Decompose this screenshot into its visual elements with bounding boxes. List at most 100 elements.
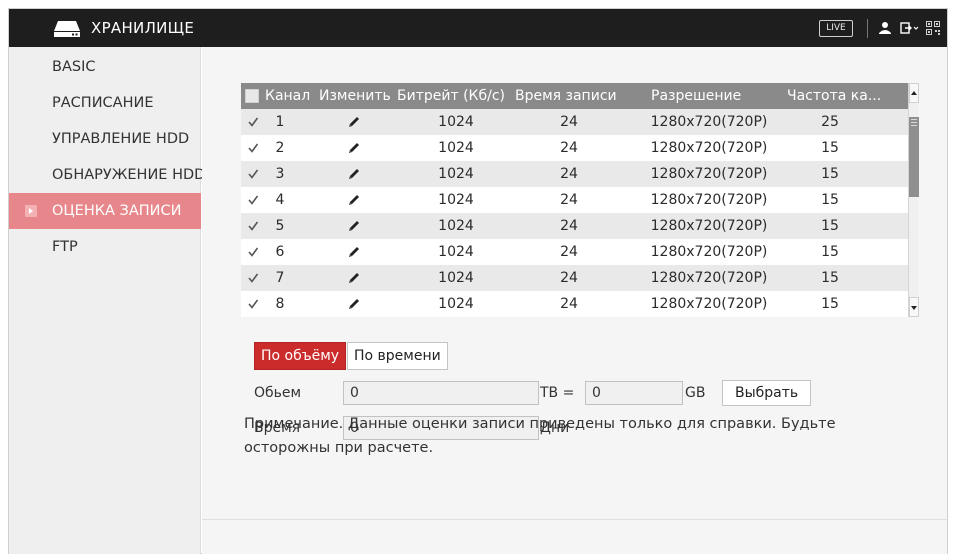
edit-pencil-icon[interactable]	[347, 245, 361, 259]
pick-button[interactable]: Выбрать	[722, 380, 812, 406]
cell-rec-time: 24	[560, 166, 578, 182]
edit-pencil-icon[interactable]	[347, 193, 361, 207]
cell-rec-time: 24	[560, 270, 578, 286]
scrollbar-thumb[interactable]	[909, 117, 919, 197]
table-row[interactable]: 3 1024 24 1280x720(720P) 15	[241, 161, 908, 187]
column-header-edit: Изменить	[319, 88, 391, 104]
column-header-resolution: Разрешение	[651, 88, 742, 104]
cell-bitrate: 1024	[438, 270, 474, 286]
column-header-fps: Частота ка...	[787, 88, 882, 104]
cell-resolution: 1280x720(720P)	[650, 140, 768, 156]
cell-bitrate: 1024	[438, 192, 474, 208]
sidebar-item-label: ОЦЕНКА ЗАПИСИ	[52, 203, 182, 219]
sidebar-item-hdd-detect[interactable]: ОБНАРУЖЕНИЕ HDD	[9, 157, 205, 193]
sidebar-item-hdd-management[interactable]: УПРАВЛЕНИЕ HDD	[9, 121, 201, 157]
table-row[interactable]: 1 1024 24 1280x720(720P) 25	[241, 109, 908, 135]
volume-field[interactable]: 0	[343, 381, 539, 405]
channel-table: Канал Изменить Битрейт (Кб/с) Время запи…	[241, 83, 919, 317]
edit-pencil-icon[interactable]	[347, 271, 361, 285]
row-checkbox[interactable]	[247, 298, 259, 310]
sidebar: BASIC РАСПИСАНИЕ УПРАВЛЕНИЕ HDD ОБНАРУЖЕ…	[9, 47, 205, 554]
cell-rec-time: 24	[560, 296, 578, 312]
chevron-right-icon	[25, 205, 37, 217]
cell-bitrate: 1024	[438, 244, 474, 260]
top-bar: ХРАНИЛИЩЕ LIVE	[9, 9, 947, 47]
cell-resolution: 1280x720(720P)	[650, 270, 768, 286]
cell-rec-time: 24	[560, 244, 578, 260]
sidebar-item-label: УПРАВЛЕНИЕ HDD	[52, 131, 190, 147]
table-row[interactable]: 4 1024 24 1280x720(720P) 15	[241, 187, 908, 213]
cell-resolution: 1280x720(720P)	[650, 218, 768, 234]
cell-resolution: 1280x720(720P)	[650, 244, 768, 260]
table-header: Канал Изменить Битрейт (Кб/с) Время запи…	[241, 83, 908, 109]
cell-fps: 15	[821, 270, 839, 286]
note-text: Примечание. Данные оценки записи приведе…	[244, 416, 836, 456]
row-checkbox[interactable]	[247, 116, 259, 128]
app-window: ХРАНИЛИЩЕ LIVE BASIC РАСПИСАНИЕ УПРАВЛЕН…	[8, 8, 948, 554]
user-icon[interactable]	[877, 20, 893, 36]
table-scrollbar[interactable]	[908, 83, 919, 317]
edit-pencil-icon[interactable]	[347, 115, 361, 129]
table-row[interactable]: 8 1024 24 1280x720(720P) 15	[241, 291, 908, 317]
select-all-checkbox[interactable]	[245, 89, 259, 103]
sidebar-item-label: FTP	[52, 239, 78, 255]
gb-label: GB	[685, 385, 706, 401]
cell-channel: 2	[275, 140, 285, 156]
row-checkbox[interactable]	[247, 246, 259, 258]
column-header-rec-time: Время записи	[515, 88, 617, 104]
row-checkbox[interactable]	[247, 168, 259, 180]
edit-pencil-icon[interactable]	[347, 167, 361, 181]
content-divider	[202, 519, 947, 520]
column-header-channel: Канал	[265, 88, 311, 104]
row-checkbox[interactable]	[247, 142, 259, 154]
cell-bitrate: 1024	[438, 296, 474, 312]
sidebar-item-label: BASIC	[52, 59, 96, 75]
edit-pencil-icon[interactable]	[347, 297, 361, 311]
cell-rec-time: 24	[560, 192, 578, 208]
cell-fps: 25	[821, 114, 839, 130]
sidebar-item-ftp[interactable]: FTP	[9, 229, 201, 265]
cell-channel: 4	[275, 192, 285, 208]
main-content: Канал Изменить Битрейт (Кб/с) Время запи…	[202, 47, 947, 554]
qr-icon[interactable]	[925, 20, 941, 36]
edit-pencil-icon[interactable]	[347, 219, 361, 233]
sidebar-item-label: РАСПИСАНИЕ	[52, 95, 154, 111]
cell-bitrate: 1024	[438, 166, 474, 182]
cell-fps: 15	[821, 166, 839, 182]
cell-resolution: 1280x720(720P)	[650, 114, 768, 130]
cell-resolution: 1280x720(720P)	[650, 166, 768, 182]
by-volume-button[interactable]: По объёму	[254, 342, 347, 370]
sidebar-item-record-estimate[interactable]: ОЦЕНКА ЗАПИСИ	[9, 193, 201, 229]
cell-rec-time: 24	[560, 140, 578, 156]
row-checkbox[interactable]	[247, 194, 259, 206]
row-checkbox[interactable]	[247, 272, 259, 284]
toolbar-divider	[867, 19, 868, 38]
cell-channel: 7	[275, 270, 285, 286]
sidebar-item-label: ОБНАРУЖЕНИЕ HDD	[52, 167, 206, 183]
live-button[interactable]: LIVE	[819, 20, 853, 37]
edit-pencil-icon[interactable]	[347, 141, 361, 155]
sidebar-item-basic[interactable]: BASIC	[9, 49, 201, 85]
grip-icon	[911, 119, 917, 126]
cell-fps: 15	[821, 192, 839, 208]
cell-fps: 15	[821, 140, 839, 156]
row-checkbox[interactable]	[247, 220, 259, 232]
cell-resolution: 1280x720(720P)	[650, 296, 768, 312]
cell-channel: 5	[275, 218, 285, 234]
cell-fps: 15	[821, 244, 839, 260]
logout-icon[interactable]	[899, 20, 919, 36]
page-title: ХРАНИЛИЩЕ	[91, 19, 195, 37]
cell-channel: 3	[275, 166, 285, 182]
scroll-down-button[interactable]	[909, 297, 919, 317]
table-row[interactable]: 7 1024 24 1280x720(720P) 15	[241, 265, 908, 291]
storage-icon	[54, 21, 80, 37]
scroll-up-button[interactable]	[909, 83, 919, 103]
cell-bitrate: 1024	[438, 114, 474, 130]
table-row[interactable]: 5 1024 24 1280x720(720P) 15	[241, 213, 908, 239]
by-time-button[interactable]: По времени	[347, 342, 448, 370]
sidebar-item-schedule[interactable]: РАСПИСАНИЕ	[9, 85, 201, 121]
cell-channel: 8	[275, 296, 285, 312]
table-row[interactable]: 2 1024 24 1280x720(720P) 15	[241, 135, 908, 161]
gb-field[interactable]: 0	[585, 381, 683, 405]
table-row[interactable]: 6 1024 24 1280x720(720P) 15	[241, 239, 908, 265]
